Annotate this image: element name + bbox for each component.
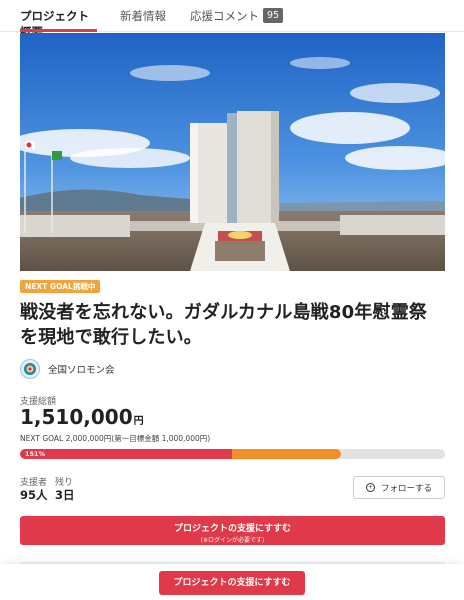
- organizer-name: 全国ソロモン会: [48, 365, 115, 376]
- follow-button[interactable]: + フォローする: [353, 476, 445, 499]
- tab-bar: プロジェクト概要 新着情報 応援コメント 95: [0, 0, 464, 39]
- plus-circle-icon: +: [365, 483, 375, 492]
- tab-project-overview[interactable]: プロジェクト概要: [20, 0, 98, 39]
- emblem-icon: [24, 363, 36, 375]
- supporters-count: 95人: [20, 488, 48, 502]
- days-remaining: 3日: [55, 488, 75, 502]
- organizer-avatar: [20, 359, 40, 379]
- footer-support-button[interactable]: プロジェクトの支援にすすむ: [159, 571, 305, 595]
- progress-first-goal-fill: [20, 449, 232, 459]
- progress-bar: 151%: [20, 449, 445, 459]
- amount-value: 1,510,000: [20, 405, 133, 429]
- progress-percent-label: 151%: [25, 450, 46, 458]
- organizer[interactable]: 全国ソロモン会: [20, 359, 115, 379]
- project-hero-image: [20, 33, 445, 271]
- tab-comments[interactable]: 応援コメント 95: [190, 0, 284, 32]
- tab-comments-label: 応援コメント: [190, 9, 259, 23]
- comment-count-badge: 95: [263, 8, 284, 23]
- follow-label: フォローする: [380, 482, 432, 493]
- project-title: 戦没者を忘れない。ガダルカナル島戦80年慰霊祭を現地で敢行したい。: [20, 302, 428, 348]
- amount-currency: 円: [133, 416, 144, 427]
- total-support-amount: 1,510,000円: [20, 405, 144, 429]
- support-button-note: (※ログインが必要です): [200, 537, 265, 544]
- next-goal-text: NEXT GOAL 2,000,000円(第一目標金額 1,000,000円): [20, 434, 211, 443]
- support-button-label: プロジェクトの支援にすすむ: [173, 524, 292, 534]
- next-goal-tag: NEXT GOAL挑戦中: [20, 280, 101, 293]
- support-project-button[interactable]: プロジェクトの支援にすすむ (※ログインが必要です): [20, 516, 445, 545]
- tab-news[interactable]: 新着情報: [120, 0, 166, 32]
